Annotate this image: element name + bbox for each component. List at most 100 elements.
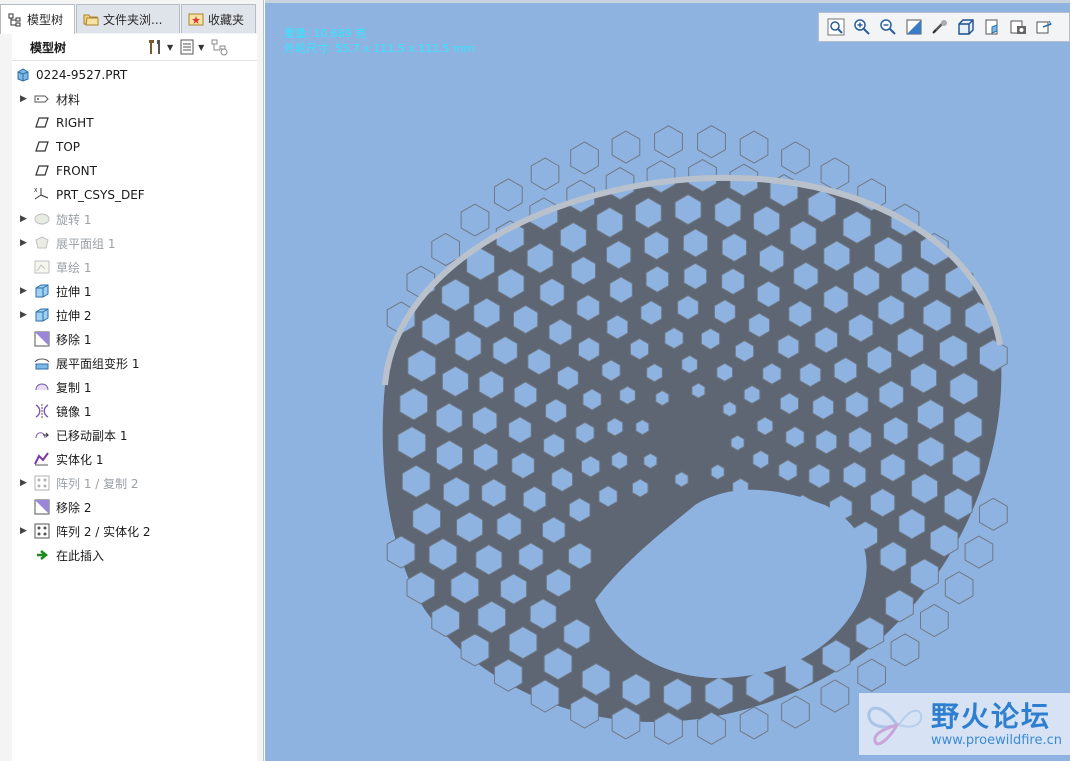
settings-dropdown-button[interactable]: ▼ [146, 38, 173, 56]
tab-favorites[interactable]: 收藏夹 [181, 4, 256, 33]
tree-item[interactable]: 展平面组变形 1 [12, 352, 257, 374]
perspective-icon [1036, 20, 1052, 34]
model-tree-header: 模型树 ▼ ▼ [12, 34, 257, 61]
tree-item-label: 移除 2 [56, 500, 92, 515]
view-toolbar [818, 12, 1070, 42]
tree-item-label: 草绘 1 [56, 260, 92, 275]
expand-arrow-icon[interactable]: ▶ [20, 238, 30, 248]
tree-item[interactable]: 在此插入 [12, 544, 257, 566]
part-icon [14, 66, 32, 84]
tree-item-label: 移除 1 [56, 332, 92, 347]
tree-item-label: FRONT [56, 164, 97, 178]
tree-item[interactable]: 移除 2 [12, 496, 257, 518]
revolve-icon [33, 210, 51, 228]
tree-icon [7, 12, 23, 28]
remove-icon [33, 330, 51, 348]
model-tree-title: 模型树 [30, 40, 67, 55]
tree-item[interactable]: ▶ 展平面组 1 [12, 232, 257, 254]
tree-item[interactable]: 镜像 1 [12, 400, 257, 422]
tree-item[interactable]: 复制 1 [12, 376, 257, 398]
tree-item[interactable]: ▶ 拉伸 1 [12, 280, 257, 302]
tree-item[interactable]: ▶ 拉伸 2 [12, 304, 257, 326]
folder-icon [83, 11, 99, 27]
remove-icon [33, 498, 51, 516]
refit-button[interactable] [823, 14, 849, 40]
flatten-quilt-icon [33, 234, 51, 252]
expand-arrow-icon[interactable]: ▶ [20, 526, 30, 536]
sketch-icon [33, 258, 51, 276]
forum-watermark: 野火论坛 www.proewildfire.cn [859, 693, 1070, 755]
app-window: 模型树 文件夹浏... 收藏夹 模型树 ▼ ▼ 0224-9527.PRT ▶ … [0, 0, 1070, 761]
tree-item-label: 拉伸 2 [56, 308, 92, 323]
tools-icon [149, 40, 160, 54]
tree-item[interactable]: ▶ 阵列 2 / 实体化 2 [12, 520, 257, 542]
tree-root-label: 0224-9527.PRT [36, 68, 128, 82]
tree-item[interactable]: 草绘 1 [12, 256, 257, 278]
display-style-button[interactable] [953, 14, 979, 40]
tree-item-label: PRT_CSYS_DEF [56, 188, 145, 202]
tree-filter-button[interactable] [210, 38, 230, 56]
insert-here-arrow-icon [33, 546, 51, 564]
expand-arrow-icon[interactable]: ▶ [20, 94, 30, 104]
tab-label: 收藏夹 [208, 12, 245, 27]
expand-arrow-icon[interactable]: ▶ [20, 286, 30, 296]
watermark-url: www.proewildfire.cn [931, 733, 1062, 748]
tab-folder-browser[interactable]: 文件夹浏... [76, 4, 180, 33]
zoom-out-button[interactable] [875, 14, 901, 40]
tree-item-label: 复制 1 [56, 380, 92, 395]
tree-item[interactable]: 实体化 1 [12, 448, 257, 470]
tree-item-label: 实体化 1 [56, 452, 104, 467]
graphics-window[interactable]: 重量: 10.689 克 外轮尺寸: 55.7 x 111.5 x 111.5 … [265, 0, 1070, 761]
tab-model-tree[interactable]: 模型树 [0, 4, 75, 34]
navigator-panel: 模型树 文件夹浏... 收藏夹 模型树 ▼ ▼ 0224-9527.PRT ▶ … [0, 0, 264, 761]
display-style-icon [958, 19, 974, 35]
tree-item[interactable]: RIGHT [12, 112, 257, 134]
butterfly-logo-icon [867, 706, 923, 746]
tree-item[interactable]: X PRT_CSYS_DEF [12, 184, 257, 206]
tree-item-label: 拉伸 1 [56, 284, 92, 299]
chevron-down-icon: ▼ [167, 42, 174, 52]
tree-item[interactable]: 移除 1 [12, 328, 257, 350]
repaint-button[interactable] [901, 14, 927, 40]
refit-icon [827, 18, 845, 36]
tree-item[interactable]: TOP [12, 136, 257, 158]
show-dropdown-button[interactable]: ▼ [179, 38, 204, 56]
solidify-icon [33, 450, 51, 468]
tree-item-label: 展平面组 1 [56, 236, 116, 251]
spin-center-button[interactable] [927, 14, 953, 40]
csys-icon: X [33, 186, 51, 204]
tree-item[interactable]: ▶ 材料 [12, 88, 257, 110]
tree-item-label: 镜像 1 [56, 404, 92, 419]
expand-arrow-icon[interactable]: ▶ [20, 310, 30, 320]
zoom-out-icon [880, 19, 896, 35]
view-manager-button[interactable] [1005, 14, 1031, 40]
zoom-in-button[interactable] [849, 14, 875, 40]
perspective-button[interactable] [1031, 14, 1057, 40]
repaint-icon [906, 19, 922, 35]
model-tree: 0224-9527.PRT ▶ 材料 RIGHT TOP FRONT X PRT_CSYS_… [12, 61, 257, 761]
tree-item-label: TOP [56, 140, 81, 154]
tree-filter-icon [211, 39, 228, 56]
tree-item[interactable]: 已移动副本 1 [12, 424, 257, 446]
spin-center-icon [932, 20, 947, 34]
expand-arrow-icon[interactable]: ▶ [20, 214, 30, 224]
favorites-icon [188, 11, 204, 27]
tree-item[interactable]: ▶ 阵列 1 / 复制 2 [12, 472, 257, 494]
tree-item[interactable]: ▶ 旋转 1 [12, 208, 257, 230]
tree-item-label: RIGHT [56, 116, 94, 130]
saved-orientations-icon [985, 19, 998, 35]
tree-root[interactable]: 0224-9527.PRT [12, 64, 257, 86]
tab-label: 文件夹浏... [103, 12, 163, 27]
extrude-icon [33, 306, 51, 324]
zoom-in-icon [854, 19, 870, 35]
mass-readout: 重量: 10.689 克 [284, 27, 367, 40]
tree-item-label: 阵列 1 / 复制 2 [56, 476, 139, 491]
svg-text:X: X [34, 188, 38, 194]
flatten-deform-icon [33, 354, 51, 372]
list-icon [180, 39, 194, 55]
material-icon [33, 90, 51, 108]
expand-arrow-icon[interactable]: ▶ [20, 478, 30, 488]
tree-item-label: 在此插入 [56, 548, 105, 563]
saved-orientations-button[interactable] [979, 14, 1005, 40]
tree-item[interactable]: FRONT [12, 160, 257, 182]
